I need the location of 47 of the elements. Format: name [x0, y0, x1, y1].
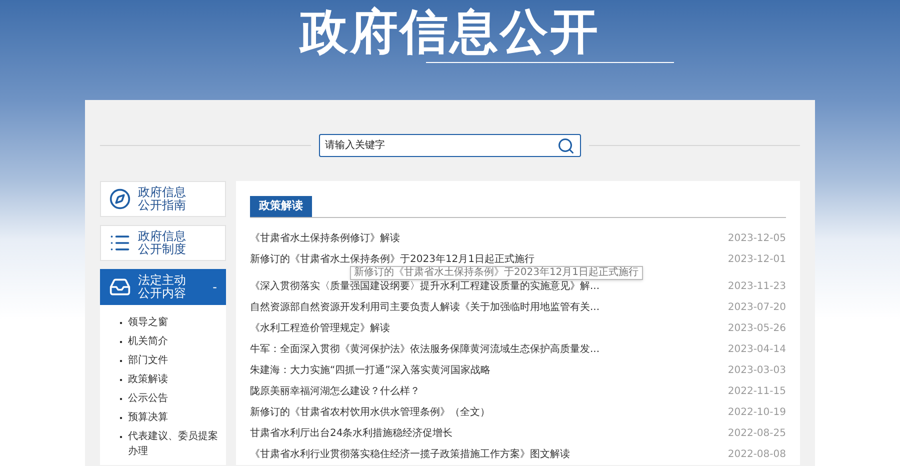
news-link[interactable]: 朱建海：大力实施“四抓一打通”深入落实黄河国家战略 — [250, 362, 490, 378]
sidebar-item[interactable]: 政府信息 公开指南 — [100, 181, 226, 217]
submenu-item[interactable]: 领导之窗 — [120, 315, 222, 330]
news-link[interactable]: 牛军：全面深入贯彻《黄河保护法》依法服务保障黄河流域生态保护高质量发... — [250, 342, 600, 356]
sidebar-label: 法定主动 — [138, 274, 186, 287]
news-link[interactable]: 陇原美丽幸福河湖怎么建设？什么样？ — [250, 384, 420, 398]
news-link[interactable]: 新修订的《甘肃省水土保持条例》于2023年12月1日起正式施行 — [250, 252, 535, 266]
news-date: 2023-12-01 — [728, 252, 786, 266]
news-date: 2023-07-20 — [728, 300, 786, 314]
submenu-item[interactable]: 机关简介 — [120, 334, 222, 349]
sidebar-label: 政府信息 — [138, 230, 186, 243]
news-date: 2023-04-14 — [728, 342, 786, 356]
submenu-item[interactable]: 代表建议、委员提案办理 — [120, 429, 222, 459]
search-icon[interactable] — [557, 136, 575, 154]
news-date: 2022-11-15 — [728, 384, 786, 398]
news-date: 2022-08-08 — [728, 448, 786, 462]
news-link[interactable]: 《深入贯彻落实〈质量强国建设纲要〉提升水利工程建设质量的实施意见》解... — [250, 278, 600, 294]
sidebar-item[interactable]: 政府信息 公开制度 — [100, 225, 226, 261]
sidebar-label: 政府信息 — [138, 186, 186, 199]
submenu-item[interactable]: 政策解读 — [120, 372, 222, 387]
search-input[interactable]: 请输入关键字 — [325, 138, 557, 153]
submenu-item[interactable]: 部门文件 — [120, 353, 222, 368]
section-tab[interactable]: 政策解读 — [250, 196, 312, 216]
sidebar-label: 公开内容 — [138, 287, 186, 300]
inbox-icon — [109, 276, 131, 298]
sidebar-label: 公开指南 — [138, 199, 186, 212]
news-link[interactable]: 自然资源部自然资源开发利用司主要负责人解读《关于加强临时用地监管有关... — [250, 300, 600, 314]
compass-icon — [109, 188, 131, 210]
news-date: 2023-05-26 — [728, 322, 786, 336]
news-link[interactable]: 《甘肃省水利行业贯彻落实稳住经济一揽子政策措施工作方案》图文解读 — [250, 446, 570, 462]
sidebar-item[interactable]: 法定主动 公开内容 - — [100, 269, 226, 305]
search-field[interactable]: 请输入关键字 — [319, 134, 581, 157]
news-link[interactable]: 《甘肃省水土保持条例修订》解读 — [250, 230, 400, 246]
news-date: 2023-11-23 — [728, 280, 786, 294]
news-link[interactable]: 《水利工程造价管理规定》解读 — [250, 320, 390, 336]
collapse-toggle[interactable]: - — [212, 278, 217, 296]
submenu-item[interactable]: 预算决算 — [120, 410, 222, 425]
page-title: 政府信息公开 — [300, 4, 600, 60]
news-date: 2022-10-19 — [728, 406, 786, 420]
news-date: 2023-12-05 — [728, 232, 786, 246]
news-link[interactable]: 甘肃省水利厅出台24条水利措施稳经济促增长 — [250, 426, 453, 440]
tooltip: 新修订的《甘肃省水土保持条例》于2023年12月1日起正式施行 — [350, 266, 643, 280]
news-date: 2022-08-25 — [728, 426, 786, 440]
sidebar-label: 公开制度 — [138, 243, 186, 256]
news-link[interactable]: 新修订的《甘肃省农村饮用水供水管理条例》（全文） — [250, 404, 490, 420]
news-date: 2023-03-03 — [728, 364, 786, 378]
submenu-item[interactable]: 公示公告 — [120, 391, 222, 406]
